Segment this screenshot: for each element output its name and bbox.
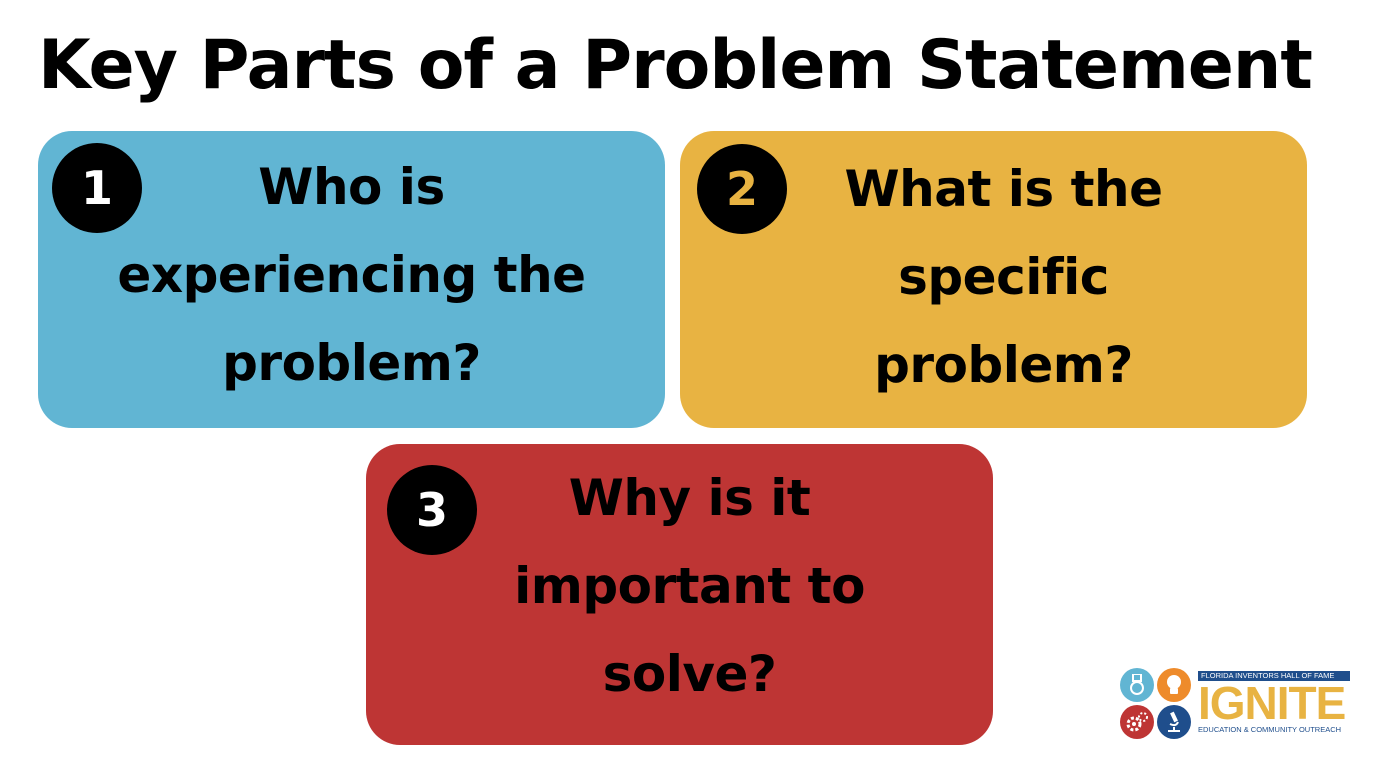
medal-icon (1120, 668, 1154, 702)
card-what: 2 What is the specific problem? (680, 131, 1307, 428)
card-question: What is the specific problem? (720, 145, 1287, 409)
card-line: Who is (258, 158, 445, 216)
gears-icon (1120, 705, 1154, 739)
card-line: problem? (222, 334, 481, 392)
logo-icon-grid (1120, 668, 1192, 740)
microscope-icon (1157, 705, 1191, 739)
card-line: experiencing the (117, 246, 586, 304)
logo-wordmark: FLORIDA INVENTORS HALL OF FAME IGNITE ED… (1198, 671, 1350, 735)
card-line: problem? (874, 336, 1133, 394)
card-who: 1 Who is experiencing the problem? (38, 131, 665, 428)
card-line: What is the (844, 160, 1163, 218)
card-line: important to (514, 557, 865, 615)
page-title: Key Parts of a Problem Statement (38, 26, 1313, 105)
card-line: solve? (602, 645, 777, 703)
lightbulb-icon (1157, 668, 1191, 702)
ignite-logo: FLORIDA INVENTORS HALL OF FAME IGNITE ED… (1120, 668, 1354, 740)
card-why: 3 Why is it important to solve? (366, 444, 993, 745)
logo-main-text: IGNITE (1198, 677, 1346, 729)
card-question: Who is experiencing the problem? (38, 143, 665, 407)
logo-bottom-text: EDUCATION & COMMUNITY OUTREACH (1198, 725, 1342, 734)
card-question: Why is it important to solve? (406, 454, 973, 718)
card-line: Why is it (568, 469, 811, 527)
card-line: specific (898, 248, 1109, 306)
